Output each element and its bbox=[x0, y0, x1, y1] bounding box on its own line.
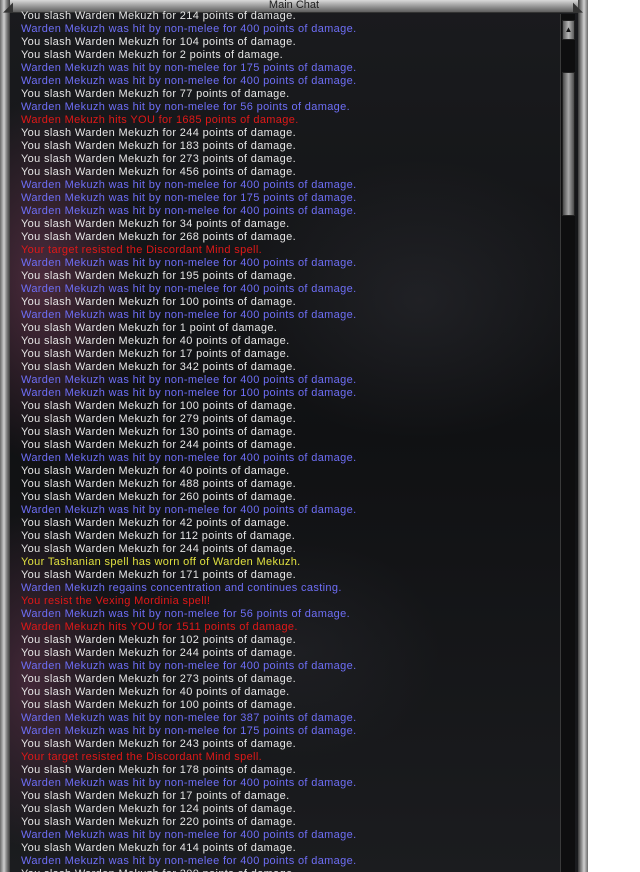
chat-line: You slash Warden Mekuzh for 178 points o… bbox=[21, 764, 296, 776]
chat-line: Warden Mekuzh hits YOU for 1511 points o… bbox=[21, 621, 298, 633]
chat-line: Warden Mekuzh was hit by non-melee for 4… bbox=[21, 452, 357, 464]
chat-scrollbar[interactable]: ▲ bbox=[560, 14, 575, 872]
chat-line: Your target resisted the Discordant Mind… bbox=[21, 751, 263, 763]
chat-line: You slash Warden Mekuzh for 100 points o… bbox=[21, 400, 296, 412]
chat-line: You slash Warden Mekuzh for 2 points of … bbox=[21, 49, 284, 61]
chat-line: Warden Mekuzh was hit by non-melee for 4… bbox=[21, 829, 357, 841]
chat-line: Warden Mekuzh was hit by non-melee for 4… bbox=[21, 504, 357, 516]
chat-line: Warden Mekuzh was hit by non-melee for 3… bbox=[21, 712, 357, 724]
chat-line: You slash Warden Mekuzh for 279 points o… bbox=[21, 413, 296, 425]
chat-line: You slash Warden Mekuzh for 488 points o… bbox=[21, 478, 296, 490]
window-corner-left-icon[interactable]: ◢ bbox=[2, 0, 14, 14]
chat-line: You slash Warden Mekuzh for 342 points o… bbox=[21, 361, 296, 373]
main-chat-window: Main Chat ◢ ◣ You slash Warden Mekuzh fo… bbox=[0, 0, 588, 872]
chat-line: Warden Mekuzh was hit by non-melee for 1… bbox=[21, 725, 357, 737]
chat-line: Warden Mekuzh was hit by non-melee for 4… bbox=[21, 179, 357, 191]
chat-line: You slash Warden Mekuzh for 220 points o… bbox=[21, 816, 296, 828]
scroll-up-arrow-icon[interactable]: ▲ bbox=[562, 20, 575, 40]
chat-line: Warden Mekuzh was hit by non-melee for 1… bbox=[21, 192, 357, 204]
chat-line: You slash Warden Mekuzh for 244 points o… bbox=[21, 127, 296, 139]
chat-line: You slash Warden Mekuzh for 244 points o… bbox=[21, 439, 296, 451]
chat-line: You slash Warden Mekuzh for 100 points o… bbox=[21, 296, 296, 308]
chat-line: Warden Mekuzh was hit by non-melee for 5… bbox=[21, 608, 351, 620]
chat-line: You slash Warden Mekuzh for 260 points o… bbox=[21, 491, 296, 503]
chat-line: You slash Warden Mekuzh for 183 points o… bbox=[21, 140, 296, 152]
chat-line: Warden Mekuzh was hit by non-melee for 4… bbox=[21, 75, 357, 87]
chat-line: You slash Warden Mekuzh for 42 points of… bbox=[21, 517, 290, 529]
chat-line: You slash Warden Mekuzh for 244 points o… bbox=[21, 647, 296, 659]
chat-line: You slash Warden Mekuzh for 243 points o… bbox=[21, 738, 296, 750]
chat-line: Warden Mekuzh was hit by non-melee for 4… bbox=[21, 660, 357, 672]
chat-line: Warden Mekuzh was hit by non-melee for 4… bbox=[21, 855, 357, 867]
chat-line: Warden Mekuzh was hit by non-melee for 4… bbox=[21, 283, 357, 295]
chat-line: You slash Warden Mekuzh for 268 points o… bbox=[21, 231, 296, 243]
chat-line: You slash Warden Mekuzh for 414 points o… bbox=[21, 842, 296, 854]
chat-line: Warden Mekuzh was hit by non-melee for 5… bbox=[21, 101, 351, 113]
chat-line: You slash Warden Mekuzh for 112 points o… bbox=[21, 530, 296, 542]
chat-line: Warden Mekuzh hits YOU for 1685 points o… bbox=[21, 114, 299, 126]
chat-line: You slash Warden Mekuzh for 244 points o… bbox=[21, 543, 296, 555]
chat-line: Warden Mekuzh was hit by non-melee for 4… bbox=[21, 374, 357, 386]
chat-line: You slash Warden Mekuzh for 273 points o… bbox=[21, 153, 296, 165]
chat-line: You slash Warden Mekuzh for 100 points o… bbox=[21, 699, 296, 711]
chat-line: You slash Warden Mekuzh for 195 points o… bbox=[21, 270, 296, 282]
chat-line: You slash Warden Mekuzh for 171 points o… bbox=[21, 569, 296, 581]
chat-line: You slash Warden Mekuzh for 124 points o… bbox=[21, 803, 296, 815]
chat-line: You slash Warden Mekuzh for 130 points o… bbox=[21, 426, 296, 438]
chat-line: Warden Mekuzh was hit by non-melee for 4… bbox=[21, 23, 357, 35]
chat-line: Warden Mekuzh regains concentration and … bbox=[21, 582, 342, 594]
chat-line: You resist the Vexing Mordinia spell! bbox=[21, 595, 211, 607]
chat-line: You slash Warden Mekuzh for 34 points of… bbox=[21, 218, 290, 230]
chat-log[interactable]: You slash Warden Mekuzh for 214 points o… bbox=[21, 11, 561, 872]
chat-line: Warden Mekuzh was hit by non-melee for 4… bbox=[21, 777, 357, 789]
window-left-border[interactable] bbox=[0, 0, 10, 872]
chat-line: You slash Warden Mekuzh for 40 points of… bbox=[21, 335, 290, 347]
chat-line: You slash Warden Mekuzh for 214 points o… bbox=[21, 11, 296, 22]
chat-line: Warden Mekuzh was hit by non-melee for 4… bbox=[21, 309, 357, 321]
window-right-border[interactable] bbox=[578, 0, 588, 872]
chat-line: You slash Warden Mekuzh for 104 points o… bbox=[21, 36, 296, 48]
chat-line: You slash Warden Mekuzh for 1 point of d… bbox=[21, 322, 278, 334]
chat-line: You slash Warden Mekuzh for 456 points o… bbox=[21, 166, 296, 178]
chat-line: You slash Warden Mekuzh for 77 points of… bbox=[21, 88, 290, 100]
chat-line: You slash Warden Mekuzh for 17 points of… bbox=[21, 790, 290, 802]
chat-line: Your target resisted the Discordant Mind… bbox=[21, 244, 263, 256]
window-corner-right-icon[interactable]: ◣ bbox=[572, 0, 584, 14]
scroll-thumb[interactable] bbox=[562, 72, 575, 216]
chat-line: You slash Warden Mekuzh for 273 points o… bbox=[21, 673, 296, 685]
chat-line: Warden Mekuzh was hit by non-melee for 4… bbox=[21, 205, 357, 217]
chat-line: Warden Mekuzh was hit by non-melee for 1… bbox=[21, 387, 357, 399]
chat-line: You slash Warden Mekuzh for 102 points o… bbox=[21, 634, 296, 646]
chat-line: Warden Mekuzh was hit by non-melee for 4… bbox=[21, 257, 357, 269]
chat-line: You slash Warden Mekuzh for 40 points of… bbox=[21, 465, 290, 477]
chat-line: You slash Warden Mekuzh for 17 points of… bbox=[21, 348, 290, 360]
chat-line: You slash Warden Mekuzh for 40 points of… bbox=[21, 686, 290, 698]
chat-line: You slash Warden Mekuzh for 200 points o… bbox=[21, 868, 296, 872]
chat-line: Your Tashanian spell has worn off of War… bbox=[21, 556, 301, 568]
chat-line: Warden Mekuzh was hit by non-melee for 1… bbox=[21, 62, 357, 74]
